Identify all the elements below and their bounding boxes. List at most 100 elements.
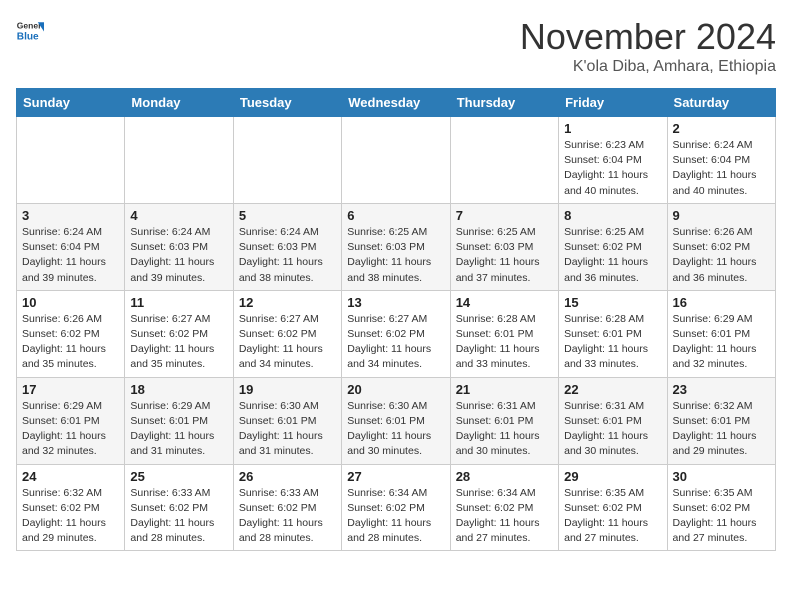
calendar-cell: 19 Sunrise: 6:30 AM Sunset: 6:01 PM Dayli…: [233, 377, 341, 464]
weekday-header-friday: Friday: [559, 89, 667, 117]
day-detail: Sunrise: 6:26 AM Sunset: 6:02 PM Dayligh…: [673, 225, 770, 286]
day-detail: Sunrise: 6:32 AM Sunset: 6:01 PM Dayligh…: [673, 399, 770, 460]
day-detail: Sunrise: 6:25 AM Sunset: 6:03 PM Dayligh…: [456, 225, 553, 286]
calendar-cell: 30 Sunrise: 6:35 AM Sunset: 6:02 PM Dayli…: [667, 464, 775, 551]
day-number: 5: [239, 208, 336, 223]
day-number: 8: [564, 208, 661, 223]
day-number: 25: [130, 469, 227, 484]
day-number: 11: [130, 295, 227, 310]
day-detail: Sunrise: 6:35 AM Sunset: 6:02 PM Dayligh…: [673, 486, 770, 547]
calendar-cell: 23 Sunrise: 6:32 AM Sunset: 6:01 PM Dayli…: [667, 377, 775, 464]
day-detail: Sunrise: 6:28 AM Sunset: 6:01 PM Dayligh…: [456, 312, 553, 373]
calendar-cell: [125, 117, 233, 204]
day-number: 21: [456, 382, 553, 397]
day-number: 2: [673, 121, 770, 136]
day-number: 15: [564, 295, 661, 310]
day-detail: Sunrise: 6:28 AM Sunset: 6:01 PM Dayligh…: [564, 312, 661, 373]
day-number: 19: [239, 382, 336, 397]
day-detail: Sunrise: 6:31 AM Sunset: 6:01 PM Dayligh…: [456, 399, 553, 460]
day-number: 9: [673, 208, 770, 223]
title-section: November 2024 K'ola Diba, Amhara, Ethiop…: [520, 16, 776, 76]
day-number: 26: [239, 469, 336, 484]
day-detail: Sunrise: 6:31 AM Sunset: 6:01 PM Dayligh…: [564, 399, 661, 460]
day-number: 1: [564, 121, 661, 136]
day-number: 3: [22, 208, 119, 223]
calendar-cell: 18 Sunrise: 6:29 AM Sunset: 6:01 PM Dayli…: [125, 377, 233, 464]
week-row-2: 3 Sunrise: 6:24 AM Sunset: 6:04 PM Daylig…: [17, 203, 776, 290]
calendar-cell: 6 Sunrise: 6:25 AM Sunset: 6:03 PM Daylig…: [342, 203, 450, 290]
calendar-cell: 8 Sunrise: 6:25 AM Sunset: 6:02 PM Daylig…: [559, 203, 667, 290]
svg-text:General: General: [17, 20, 44, 30]
day-number: 13: [347, 295, 444, 310]
day-detail: Sunrise: 6:30 AM Sunset: 6:01 PM Dayligh…: [347, 399, 444, 460]
day-detail: Sunrise: 6:24 AM Sunset: 6:03 PM Dayligh…: [130, 225, 227, 286]
day-number: 22: [564, 382, 661, 397]
day-detail: Sunrise: 6:29 AM Sunset: 6:01 PM Dayligh…: [130, 399, 227, 460]
day-number: 18: [130, 382, 227, 397]
calendar-cell: 15 Sunrise: 6:28 AM Sunset: 6:01 PM Dayli…: [559, 290, 667, 377]
day-detail: Sunrise: 6:23 AM Sunset: 6:04 PM Dayligh…: [564, 138, 661, 199]
weekday-header-wednesday: Wednesday: [342, 89, 450, 117]
day-detail: Sunrise: 6:24 AM Sunset: 6:03 PM Dayligh…: [239, 225, 336, 286]
calendar-cell: [17, 117, 125, 204]
day-number: 10: [22, 295, 119, 310]
day-number: 12: [239, 295, 336, 310]
day-detail: Sunrise: 6:25 AM Sunset: 6:02 PM Dayligh…: [564, 225, 661, 286]
logo-icon: General Blue: [16, 16, 44, 44]
calendar-cell: [450, 117, 558, 204]
weekday-header-saturday: Saturday: [667, 89, 775, 117]
week-row-1: 1 Sunrise: 6:23 AM Sunset: 6:04 PM Daylig…: [17, 117, 776, 204]
calendar-cell: 1 Sunrise: 6:23 AM Sunset: 6:04 PM Daylig…: [559, 117, 667, 204]
calendar-cell: 11 Sunrise: 6:27 AM Sunset: 6:02 PM Dayli…: [125, 290, 233, 377]
day-number: 23: [673, 382, 770, 397]
day-detail: Sunrise: 6:30 AM Sunset: 6:01 PM Dayligh…: [239, 399, 336, 460]
calendar-cell: 2 Sunrise: 6:24 AM Sunset: 6:04 PM Daylig…: [667, 117, 775, 204]
calendar-cell: 24Sunrise: 6:32 AM Sunset: 6:02 PM Dayli…: [17, 464, 125, 551]
day-number: 30: [673, 469, 770, 484]
day-detail: Sunrise: 6:27 AM Sunset: 6:02 PM Dayligh…: [239, 312, 336, 373]
calendar-table: SundayMondayTuesdayWednesdayThursdayFrid…: [16, 88, 776, 551]
week-row-5: 24Sunrise: 6:32 AM Sunset: 6:02 PM Dayli…: [17, 464, 776, 551]
day-number: 16: [673, 295, 770, 310]
day-detail: Sunrise: 6:27 AM Sunset: 6:02 PM Dayligh…: [130, 312, 227, 373]
calendar-cell: [233, 117, 341, 204]
day-detail: Sunrise: 6:34 AM Sunset: 6:02 PM Dayligh…: [456, 486, 553, 547]
weekday-header-tuesday: Tuesday: [233, 89, 341, 117]
calendar-cell: 12 Sunrise: 6:27 AM Sunset: 6:02 PM Dayli…: [233, 290, 341, 377]
calendar-cell: 5 Sunrise: 6:24 AM Sunset: 6:03 PM Daylig…: [233, 203, 341, 290]
calendar-cell: 13 Sunrise: 6:27 AM Sunset: 6:02 PM Dayli…: [342, 290, 450, 377]
calendar-cell: 22 Sunrise: 6:31 AM Sunset: 6:01 PM Dayli…: [559, 377, 667, 464]
weekday-header-sunday: Sunday: [17, 89, 125, 117]
calendar-cell: 20Sunrise: 6:30 AM Sunset: 6:01 PM Dayli…: [342, 377, 450, 464]
calendar-body: 1 Sunrise: 6:23 AM Sunset: 6:04 PM Daylig…: [17, 117, 776, 551]
calendar-cell: 29Sunrise: 6:35 AM Sunset: 6:02 PM Dayli…: [559, 464, 667, 551]
day-number: 29: [564, 469, 661, 484]
day-number: 6: [347, 208, 444, 223]
day-detail: Sunrise: 6:34 AM Sunset: 6:02 PM Dayligh…: [347, 486, 444, 547]
weekday-header-monday: Monday: [125, 89, 233, 117]
week-row-3: 10Sunrise: 6:26 AM Sunset: 6:02 PM Dayli…: [17, 290, 776, 377]
calendar-cell: 28 Sunrise: 6:34 AM Sunset: 6:02 PM Dayli…: [450, 464, 558, 551]
day-detail: Sunrise: 6:33 AM Sunset: 6:02 PM Dayligh…: [239, 486, 336, 547]
calendar-cell: 17Sunrise: 6:29 AM Sunset: 6:01 PM Dayli…: [17, 377, 125, 464]
day-detail: Sunrise: 6:29 AM Sunset: 6:01 PM Dayligh…: [673, 312, 770, 373]
calendar-cell: 26 Sunrise: 6:33 AM Sunset: 6:02 PM Dayli…: [233, 464, 341, 551]
logo: General Blue: [16, 16, 44, 44]
svg-text:Blue: Blue: [17, 31, 39, 42]
day-number: 14: [456, 295, 553, 310]
week-row-4: 17Sunrise: 6:29 AM Sunset: 6:01 PM Dayli…: [17, 377, 776, 464]
calendar-cell: 21 Sunrise: 6:31 AM Sunset: 6:01 PM Dayli…: [450, 377, 558, 464]
day-number: 7: [456, 208, 553, 223]
day-detail: Sunrise: 6:24 AM Sunset: 6:04 PM Dayligh…: [22, 225, 119, 286]
day-detail: Sunrise: 6:33 AM Sunset: 6:02 PM Dayligh…: [130, 486, 227, 547]
header: General Blue November 2024 K'ola Diba, A…: [16, 16, 776, 76]
day-number: 28: [456, 469, 553, 484]
weekday-header-thursday: Thursday: [450, 89, 558, 117]
weekday-header-row: SundayMondayTuesdayWednesdayThursdayFrid…: [17, 89, 776, 117]
day-detail: Sunrise: 6:25 AM Sunset: 6:03 PM Dayligh…: [347, 225, 444, 286]
calendar-cell: 27Sunrise: 6:34 AM Sunset: 6:02 PM Dayli…: [342, 464, 450, 551]
day-detail: Sunrise: 6:27 AM Sunset: 6:02 PM Dayligh…: [347, 312, 444, 373]
day-number: 4: [130, 208, 227, 223]
day-detail: Sunrise: 6:24 AM Sunset: 6:04 PM Dayligh…: [673, 138, 770, 199]
calendar-cell: 4 Sunrise: 6:24 AM Sunset: 6:03 PM Daylig…: [125, 203, 233, 290]
